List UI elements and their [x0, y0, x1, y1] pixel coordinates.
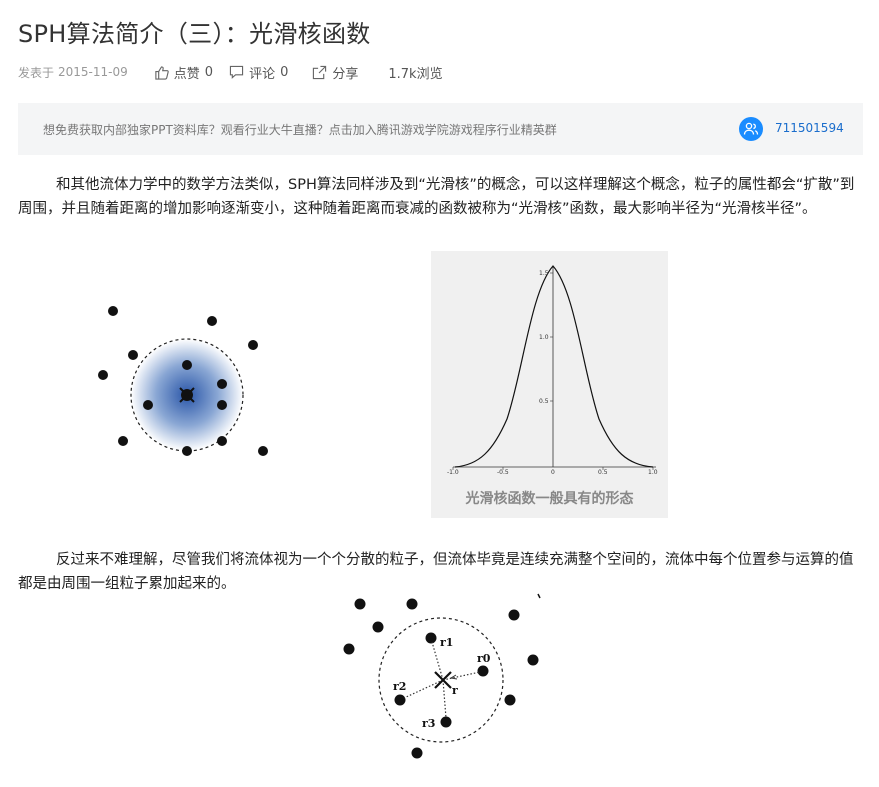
qq-group-number[interactable]: 711501594	[775, 121, 844, 135]
comment-label: 评论	[249, 66, 276, 82]
paragraph-2: 反过来不难理解，尽管我们将流体视为一个个分散的粒子，但流体毕竟是连续充满整个空间…	[18, 552, 854, 592]
paragraph-1: 和其他流体力学中的数学方法类似，SPH算法同样涉及到“光滑核”的概念，可以这样理…	[18, 177, 855, 217]
kernel-curve	[454, 265, 654, 468]
group-icon[interactable]	[739, 117, 763, 141]
vector-label: r0	[477, 652, 491, 665]
x-tick: 0.5	[598, 469, 608, 476]
x-tick: 0	[551, 469, 555, 476]
comment-icon	[229, 65, 244, 79]
figure-caption: 光滑核函数一般具有的形态	[465, 491, 634, 507]
article-meta: 发表于 2015-11-09 点赞 0 评论 0 分享 1.7k浏览	[18, 62, 443, 82]
share-icon	[313, 65, 327, 79]
like-count: 0	[204, 64, 214, 80]
article-title: SPH算法简介（三）：光滑核函数	[18, 20, 371, 48]
thumbs-up-icon	[155, 65, 169, 80]
vector-label: r2	[393, 680, 406, 693]
promo-banner-link[interactable]: 想免费获取内部独家PPT资料库？观看行业大牛直播？点击加入腾讯游戏学院游戏程序行…	[43, 121, 557, 138]
promo-banner: 想免费获取内部独家PPT资料库？观看行业大牛直播？点击加入腾讯游戏学院游戏程序行…	[18, 103, 863, 155]
kernel-graph: -1.0 -0.5 0 0.5 1.0 1.5 1.0 0.5	[447, 265, 658, 476]
x-tick: 1.0	[648, 469, 658, 476]
comment-button[interactable]: 评论 0	[229, 63, 288, 82]
x-tick: -1.0	[447, 469, 459, 476]
y-tick: 1.5	[539, 270, 549, 277]
vector-label: r3	[422, 717, 435, 730]
vector-label: r	[452, 684, 458, 697]
kernel-radius-figure	[98, 306, 268, 456]
vector-label: r1	[440, 636, 453, 649]
y-tick: 0.5	[539, 398, 549, 405]
share-button[interactable]: 分享	[312, 63, 358, 82]
like-label: 点赞	[173, 66, 200, 82]
y-tick: 1.0	[539, 334, 549, 341]
like-button[interactable]: 点赞 0	[154, 63, 213, 82]
share-label: 分享	[332, 66, 359, 82]
view-count: 1.7k浏览	[388, 66, 443, 82]
x-tick: -0.5	[497, 469, 509, 476]
comment-count: 0	[280, 64, 289, 80]
kernel-graph-figure: -1.0 -0.5 0 0.5 1.0 1.5 1.0 0.5 光滑核函数一般具…	[431, 251, 668, 518]
vector-sum-figure: r1 r0 r2 r r3	[343, 593, 541, 759]
date-label: 发表于	[18, 65, 55, 80]
publish-date: 2015-11-09	[58, 65, 128, 79]
